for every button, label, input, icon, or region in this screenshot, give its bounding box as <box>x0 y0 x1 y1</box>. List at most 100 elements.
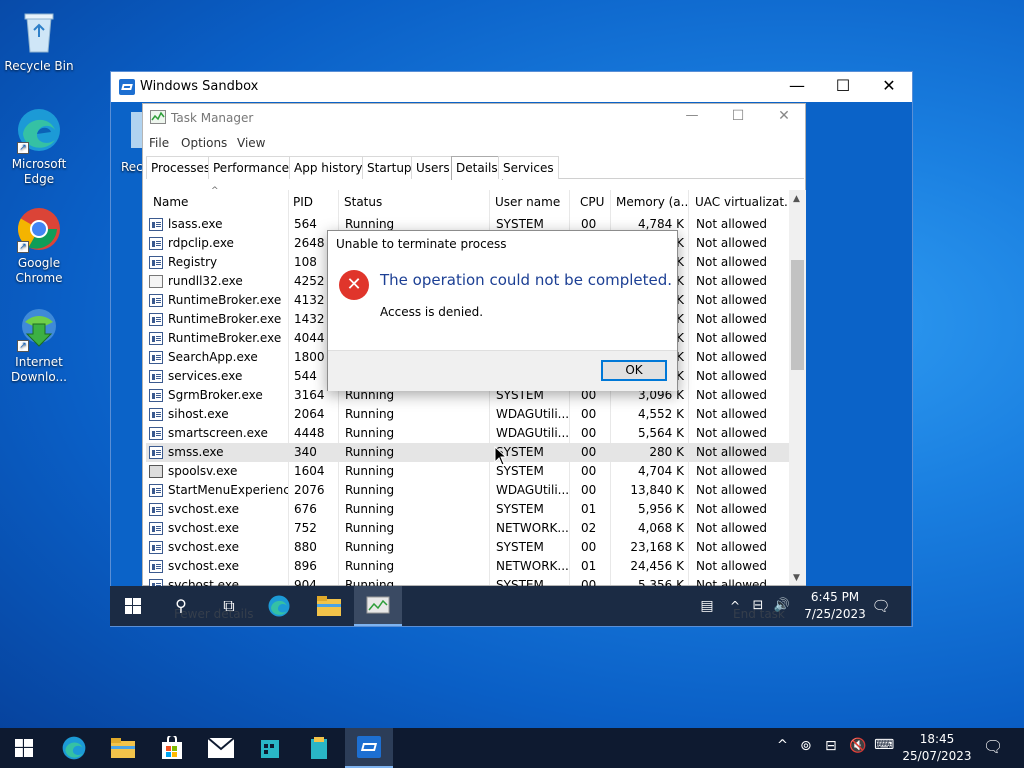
process-icon <box>149 351 163 364</box>
column-header-uac[interactable]: UAC virtualizat... <box>695 190 791 214</box>
cell-uac: Not allowed <box>696 426 768 440</box>
tab-details[interactable]: Details <box>451 156 503 180</box>
taskbar: ^ ⊚ ⊟ 🔇 ⌨ 18:45 25/07/2023 🗨 <box>0 728 1024 768</box>
cell-uac: Not allowed <box>696 388 768 402</box>
sandbox-edge-icon[interactable] <box>256 586 302 626</box>
tray-chevron-icon[interactable]: ^ <box>777 738 788 753</box>
ok-button[interactable]: OK <box>601 360 667 381</box>
cell-name: rundll32.exe <box>168 274 243 288</box>
menu-options[interactable]: Options <box>181 136 227 150</box>
cell-name: smartscreen.exe <box>168 426 268 440</box>
column-header-memory[interactable]: Memory (a... <box>616 190 688 214</box>
desktop-icon-edge[interactable]: ↗ Microsoft Edge <box>4 106 74 187</box>
tab-performance[interactable]: Performance <box>208 156 295 179</box>
table-row[interactable]: StartMenuExperienc... 2076 Running WDAGUtil… <box>146 481 790 500</box>
cell-name: services.exe <box>168 369 243 383</box>
table-row[interactable]: sihost.exe 2064 Running WDAGUtili... 00 4,552… <box>146 405 790 424</box>
tab-users[interactable]: Users <box>411 156 455 179</box>
tab-processes[interactable]: Processes <box>146 156 216 179</box>
tray-volume-muted-icon[interactable]: 🔇 <box>849 738 866 754</box>
table-row[interactable]: svchost.exe 752 Running NETWORK... 02 4,068 K… <box>146 519 790 538</box>
tray-network-icon[interactable]: ⊟ <box>825 738 837 754</box>
taskbar-store-icon[interactable] <box>148 728 196 768</box>
cell-uac: Not allowed <box>696 255 768 269</box>
tm-maximize-button[interactable]: ☐ <box>715 104 761 130</box>
tm-close-button[interactable]: ✕ <box>761 104 807 130</box>
sandbox-file-explorer-icon[interactable] <box>306 586 352 626</box>
minimize-button[interactable]: — <box>774 72 820 102</box>
cell-uac: Not allowed <box>696 293 768 307</box>
desktop-icon-chrome[interactable]: ↗ Google Chrome <box>4 205 74 286</box>
sandbox-time[interactable]: 6:45 PM <box>805 590 865 604</box>
desktop-icon-recycle-bin[interactable]: Recycle Bin <box>4 8 74 74</box>
table-row[interactable]: smartscreen.exe 4448 Running WDAGUtili... 00… <box>146 424 790 443</box>
tm-minimize-button[interactable]: — <box>669 104 715 130</box>
vertical-scrollbar[interactable]: ▲ ▼ <box>789 190 806 585</box>
scroll-up-icon[interactable]: ▲ <box>793 194 800 204</box>
column-header-user[interactable]: User name <box>495 190 567 214</box>
cell-name: smss.exe <box>168 445 224 459</box>
cell-mem: 4,552 K <box>637 407 684 421</box>
process-icon <box>149 256 163 269</box>
table-row[interactable]: spoolsv.exe 1604 Running SYSTEM 00 4,704 K Not… <box>146 462 790 481</box>
process-icon <box>149 389 163 402</box>
sandbox-start-icon[interactable] <box>110 586 156 626</box>
column-header-status[interactable]: Status <box>344 190 484 214</box>
table-row[interactable]: svchost.exe 676 Running SYSTEM 01 5,956 K Not … <box>146 500 790 519</box>
cell-uac: Not allowed <box>696 217 768 231</box>
sandbox-network-icon[interactable]: ⊟ <box>746 586 770 626</box>
tray-meet-icon[interactable]: ⊚ <box>800 738 812 754</box>
taskbar-app-icon-1[interactable] <box>246 728 294 768</box>
tab-startup[interactable]: Startup <box>362 156 417 179</box>
printer-process-icon <box>149 465 163 478</box>
cell-pid: 880 <box>294 540 317 554</box>
start-icon[interactable] <box>0 728 48 768</box>
fewer-details-link[interactable]: Fewer details <box>174 607 254 621</box>
close-button[interactable]: ✕ <box>866 72 912 102</box>
taskbar-sandbox-icon[interactable] <box>345 728 393 768</box>
cell-pid: 676 <box>294 502 317 516</box>
sandbox-title-bar[interactable]: Windows Sandbox — ☐ ✕ <box>111 72 912 102</box>
cell-name: SearchApp.exe <box>168 350 258 364</box>
sandbox-tray-chevron-icon[interactable]: ^ <box>724 586 746 626</box>
tray-keyboard-icon[interactable]: ⌨ <box>874 737 894 753</box>
tab-app-history[interactable]: App history <box>289 156 368 179</box>
menu-view[interactable]: View <box>237 136 265 150</box>
sandbox-notifications-icon[interactable]: 🗨 <box>858 586 904 626</box>
taskbar-app-icon-2[interactable] <box>295 728 343 768</box>
task-manager-title-bar[interactable]: Task Manager — ☐ ✕ <box>143 104 805 132</box>
action-center-icon[interactable]: 🗨 <box>983 737 1003 756</box>
column-header-pid[interactable]: PID <box>293 190 337 214</box>
cell-pid: 896 <box>294 559 317 573</box>
taskbar-mail-icon[interactable] <box>197 728 245 768</box>
sandbox-task-manager-taskbar-icon[interactable] <box>354 586 402 626</box>
mouse-cursor-icon <box>494 445 508 469</box>
scroll-down-icon[interactable]: ▼ <box>793 573 800 583</box>
taskbar-file-explorer-icon[interactable] <box>99 728 147 768</box>
cell-name: Registry <box>168 255 218 269</box>
maximize-button[interactable]: ☐ <box>820 72 866 102</box>
cell-uac: Not allowed <box>696 521 768 535</box>
taskbar-edge-icon[interactable] <box>50 728 98 768</box>
cell-mem: 13,840 K <box>630 483 684 497</box>
taskbar-time[interactable]: 18:45 <box>908 732 966 746</box>
process-icon <box>149 560 163 573</box>
tab-services[interactable]: Services <box>498 156 559 179</box>
sandbox-volume-icon[interactable]: 🔊 <box>770 586 794 626</box>
cell-uac: Not allowed <box>696 350 768 364</box>
cell-status: Running <box>345 521 395 535</box>
taskbar-date[interactable]: 25/07/2023 <box>902 749 972 763</box>
desktop-icon-idm[interactable]: ↗ Internet Downlo... <box>4 304 74 385</box>
sandbox-taskbar: ⚲ ⧉ Fewer details End task ▤ ^ ⊟ 🔊 6:45 … <box>110 586 911 626</box>
cell-mem: 23,168 K <box>630 540 684 554</box>
edge-icon: ↗ <box>15 106 63 154</box>
cell-cpu: 01 <box>581 559 597 573</box>
column-header-cpu[interactable]: CPU <box>580 190 612 214</box>
menu-file[interactable]: File <box>149 136 169 150</box>
table-row[interactable]: svchost.exe 896 Running NETWORK... 01 24,456 … <box>146 557 790 576</box>
cell-user: WDAGUtili... <box>496 426 568 440</box>
table-row[interactable]: smss.exe 340 Running SYSTEM 00 280 K Not allow… <box>146 443 790 462</box>
cell-name: sihost.exe <box>168 407 229 421</box>
scroll-thumb[interactable] <box>791 260 804 370</box>
table-row[interactable]: svchost.exe 880 Running SYSTEM 00 23,168 K Not… <box>146 538 790 557</box>
